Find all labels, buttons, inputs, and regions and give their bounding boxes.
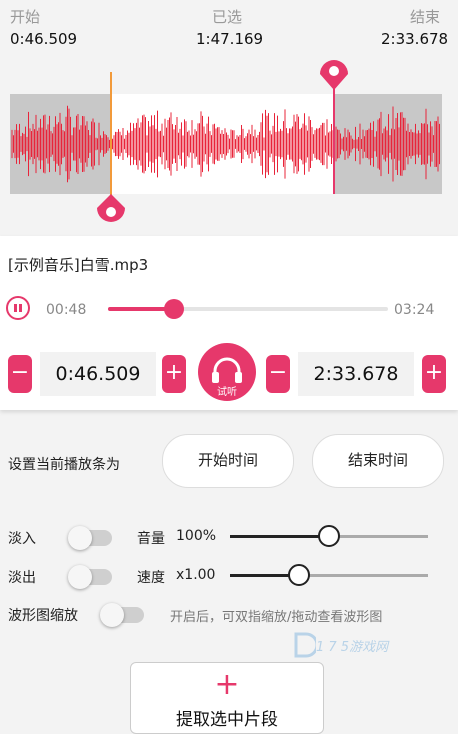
pause-icon[interactable] [6, 296, 30, 320]
fade-in-switch[interactable] [68, 526, 112, 550]
fade-out-switch[interactable] [68, 565, 112, 589]
volume-track-fill [230, 535, 329, 538]
end-time-field[interactable]: 2:33.678 [298, 352, 414, 396]
fade-out-label: 淡出 [8, 570, 36, 586]
start-label: 开始 [10, 8, 41, 26]
zoom-switch[interactable] [100, 603, 144, 627]
extract-label: 提取选中片段 [176, 710, 278, 730]
end-marker-pin-icon[interactable] [320, 60, 348, 90]
total-time: 03:24 [394, 302, 435, 318]
start-marker-pin-icon[interactable] [97, 194, 125, 222]
start-plus-button[interactable]: + [162, 355, 186, 393]
volume-label: 音量 [137, 531, 165, 547]
set-end-time-button[interactable]: 结束时间 [312, 434, 444, 488]
watermark-logo-icon [294, 632, 316, 658]
file-name: [示例音乐]白雪.mp3 [8, 256, 149, 274]
current-time: 00:48 [46, 302, 87, 318]
zoom-label: 波形图缩放 [8, 608, 78, 624]
end-value: 2:33.678 [381, 30, 449, 48]
speed-thumb[interactable] [288, 564, 311, 586]
volume-thumb[interactable] [318, 525, 340, 547]
zoom-hint: 开启后，可双指缩放/拖动查看波形图 [170, 610, 383, 625]
extract-selection-button[interactable]: + 提取选中片段 [130, 662, 324, 734]
fade-in-label: 淡入 [8, 531, 36, 547]
speed-track[interactable] [299, 574, 428, 577]
set-current-label: 设置当前播放条为 [8, 457, 120, 473]
plus-icon: + [214, 667, 240, 702]
preview-label: 试听 [217, 387, 237, 398]
start-minus-button[interactable]: − [8, 355, 32, 393]
selected-value: 1:47.169 [196, 30, 264, 48]
end-minus-button[interactable]: − [266, 355, 290, 393]
set-start-time-button[interactable]: 开始时间 [162, 434, 294, 488]
start-time-field[interactable]: 0:46.509 [40, 352, 156, 396]
watermark-text: 1 7 5游戏网 [316, 640, 389, 655]
waveform-area[interactable] [0, 58, 458, 236]
volume-track[interactable] [329, 535, 428, 538]
progress-thumb[interactable] [163, 299, 184, 319]
speed-label: 速度 [137, 570, 165, 586]
end-plus-button[interactable]: + [422, 355, 446, 393]
speed-value: x1.00 [176, 567, 216, 583]
volume-value: 100% [176, 528, 217, 544]
end-label: 结束 [410, 8, 441, 26]
preview-button[interactable]: 试听 [198, 343, 256, 401]
waveform[interactable] [0, 58, 458, 236]
watermark: 1 7 5游戏网 [292, 628, 412, 662]
start-value: 0:46.509 [10, 30, 78, 48]
selected-label: 已选 [212, 8, 243, 26]
